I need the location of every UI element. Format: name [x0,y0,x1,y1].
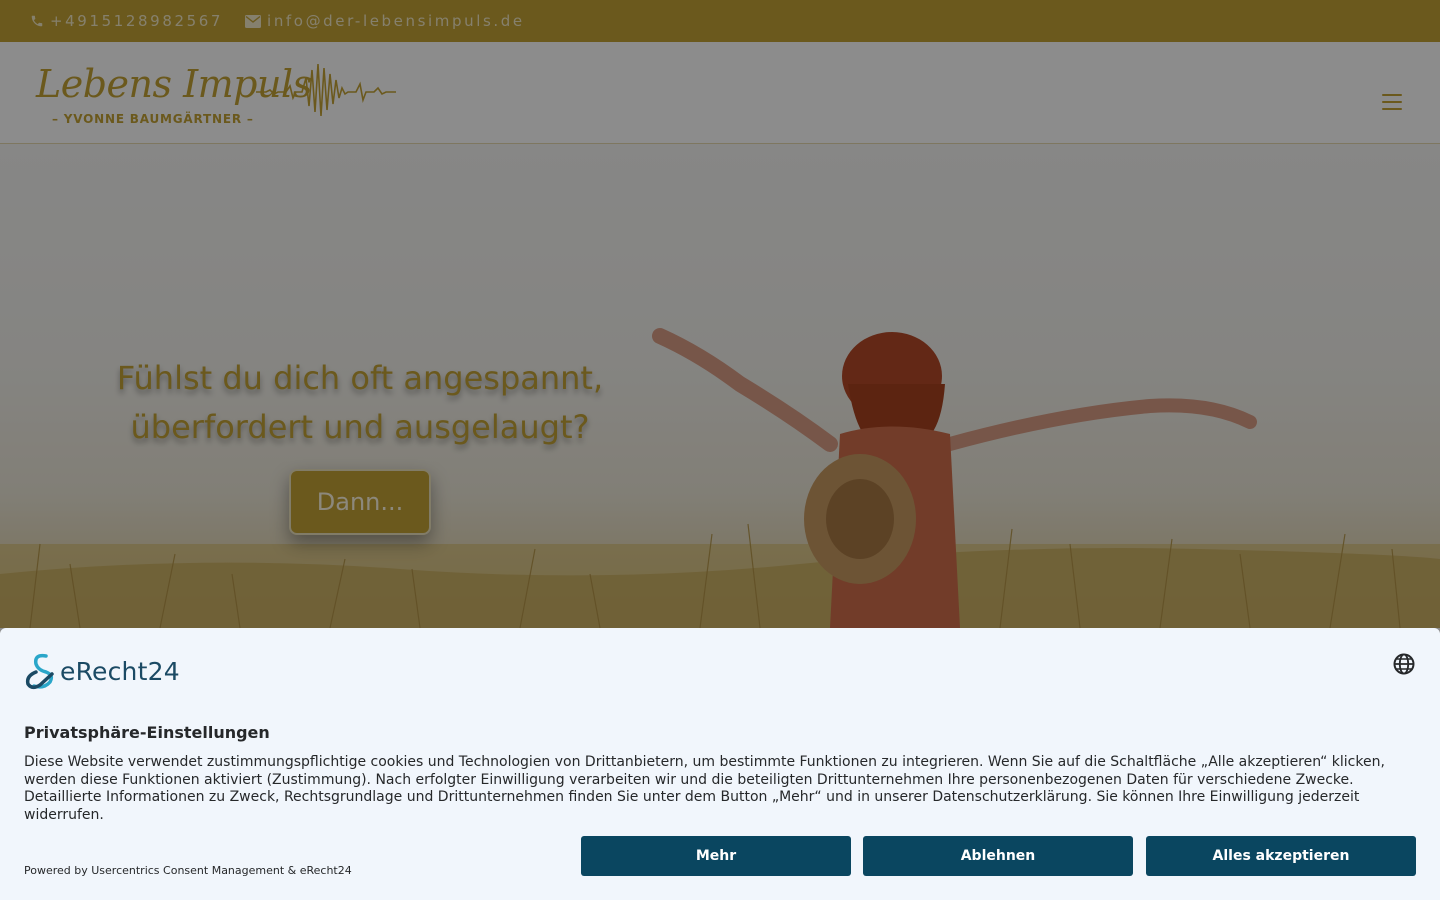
phone-number: +4915128982567 [50,12,224,30]
email-link[interactable]: info@der-lebensimpuls.de [245,12,525,30]
erecht24-logo: eRecht24 [24,651,180,691]
brand-name: eRecht24 [60,656,180,686]
phone-icon [31,15,43,27]
hero-section: Fühlst du dich oft angespannt, überforde… [0,144,1440,628]
hero-cta-button[interactable]: Dann... [289,469,431,535]
powered-by-text: Powered by Usercentrics Consent Manageme… [24,864,352,877]
more-button[interactable]: Mehr [581,836,851,876]
erecht24-mark-icon [25,653,54,689]
email-address: info@der-lebensimpuls.de [267,12,525,30]
hero-headline: Fühlst du dich oft angespannt, überforde… [100,354,620,452]
consent-description: Diese Website verwendet zustimmungspflic… [24,754,1385,823]
headline-line-2: überfordert und ausgelaugt? [130,408,590,446]
top-contact-bar: +4915128982567 info@der-lebensimpuls.de [0,0,1440,42]
heartbeat-wave-icon [256,63,396,117]
deny-button[interactable]: Ablehnen [863,836,1133,876]
accept-all-button[interactable]: Alles akzeptieren [1146,836,1416,876]
logo-subtitle: – YVONNE BAUMGÄRTNER – [52,112,254,126]
hamburger-menu-icon[interactable] [1382,94,1402,110]
envelope-icon [245,14,262,28]
headline-line-1: Fühlst du dich oft angespannt, [116,359,604,397]
phone-link[interactable]: +4915128982567 [30,12,223,30]
cookie-consent-banner: eRecht24 Privatsphäre-Einstellungen Dies… [0,628,1440,900]
consent-title: Privatsphäre-Einstellungen [24,723,270,742]
globe-icon[interactable] [1392,652,1416,676]
site-header: Lebens Impuls – YVONNE BAUMGÄRTNER – [0,42,1440,144]
site-logo[interactable]: Lebens Impuls – YVONNE BAUMGÄRTNER – [36,58,406,130]
